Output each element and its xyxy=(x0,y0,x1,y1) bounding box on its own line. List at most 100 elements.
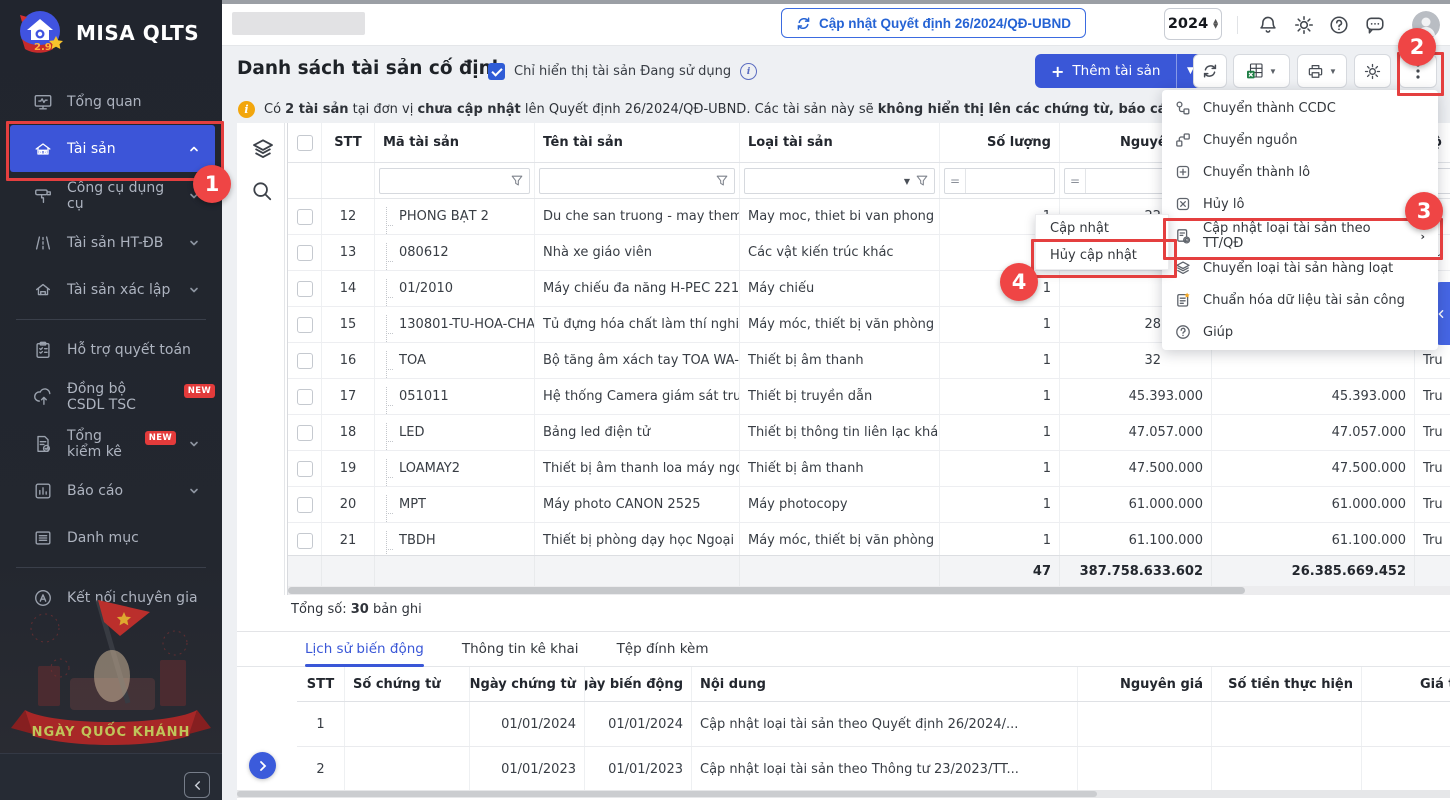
checkbox-checked-icon[interactable] xyxy=(488,63,505,80)
expand-detail-button[interactable] xyxy=(249,752,276,779)
asset-row-18[interactable]: 18LEDBảng led điện tửThiết bị thông tin … xyxy=(288,415,1450,451)
sidebar-item-5[interactable]: Tài sản xác lập xyxy=(10,266,215,313)
sidebar-item-9[interactable]: Báo cáo xyxy=(10,467,215,514)
cell-code: 130801-TU-HOA-CHA... xyxy=(375,307,535,342)
horizontal-scrollbar[interactable] xyxy=(288,586,1450,595)
row-checkbox[interactable] xyxy=(288,451,322,486)
help-icon[interactable] xyxy=(1329,15,1349,35)
history-row-1[interactable]: 101/01/202401/01/2024Cập nhật loại tài s… xyxy=(297,702,1450,747)
qty-filter[interactable]: = xyxy=(944,168,1055,194)
menu-item-5[interactable]: Cập nhật loại tài sản theo TT/QĐ› xyxy=(1162,220,1438,252)
export-excel-button[interactable]: ▼ xyxy=(1233,54,1290,88)
asset-row-19[interactable]: 19LOAMAY2Thiết bị âm thanh loa máy ngo..… xyxy=(288,451,1450,487)
asset-row-21[interactable]: 21TBDHThiết bị phòng dạy học Ngoại n...M… xyxy=(288,523,1450,559)
info-icon[interactable]: i xyxy=(740,63,757,80)
row-checkbox[interactable] xyxy=(288,415,322,450)
settings-gear-icon[interactable] xyxy=(1294,15,1314,35)
row-checkbox[interactable] xyxy=(288,271,322,306)
history-col-3: Ngày chứng từ xyxy=(470,667,585,701)
sidebar-item-1[interactable]: Tổng quan xyxy=(10,78,215,125)
code-filter[interactable] xyxy=(379,168,530,194)
cell-stt: 21 xyxy=(322,523,375,558)
chevron-down-icon xyxy=(189,439,199,449)
equals-operator[interactable]: = xyxy=(945,169,966,193)
caret-down-icon: ▼ xyxy=(1329,67,1337,76)
cell-name: Tủ đựng hóa chất làm thí nghiệ... xyxy=(535,307,740,342)
scrollbar-thumb[interactable] xyxy=(237,791,1097,797)
context-item-2[interactable]: Hủy cập nhật xyxy=(1036,242,1168,269)
row-checkbox[interactable] xyxy=(288,199,322,234)
refresh-table-button[interactable] xyxy=(1193,54,1227,88)
app-logo[interactable]: 2.9 MISA QLTS xyxy=(12,6,199,60)
row-checkbox[interactable] xyxy=(288,487,322,522)
history-row-2[interactable]: 201/01/202301/01/2023Cập nhật loại tài s… xyxy=(297,747,1450,790)
table-settings-button[interactable] xyxy=(1354,54,1391,88)
search-icon[interactable] xyxy=(251,180,275,204)
year-selector[interactable]: 2024 ▲▼ xyxy=(1164,8,1222,40)
cell-value xyxy=(1362,747,1450,790)
menu-item-1[interactable]: Chuyển thành CCDC xyxy=(1162,92,1438,124)
sidebar-item-8[interactable]: Tổng kiểm kêNEW xyxy=(10,420,215,467)
layers-view-icon[interactable] xyxy=(251,137,275,161)
tab-2[interactable]: Thông tin kê khai xyxy=(462,632,579,666)
page-title: Danh sách tài sản cố định xyxy=(237,58,505,79)
menu-item-6[interactable]: Chuyển loại tài sản hàng loạt xyxy=(1162,252,1438,284)
qty-filter-input[interactable] xyxy=(966,169,1054,193)
row-checkbox[interactable] xyxy=(288,307,322,342)
sidebar-item-3[interactable]: Công cụ dụng cụ xyxy=(10,172,215,219)
scrollbar-thumb[interactable] xyxy=(288,587,1245,594)
sidebar-item-7[interactable]: Đồng bộ CSDL TSCNEW xyxy=(10,373,215,420)
cell-qty: 1 xyxy=(940,343,1060,378)
infra-icon xyxy=(32,232,54,254)
sidebar-item-10[interactable]: Danh mục xyxy=(10,514,215,561)
row-checkbox[interactable] xyxy=(288,523,322,558)
sidebar-item-6[interactable]: Hỗ trợ quyết toán xyxy=(10,326,215,373)
sidebar-collapse-button[interactable] xyxy=(184,772,210,798)
caret-down-icon[interactable]: ▼ xyxy=(904,177,910,186)
add-asset-label: Thêm tài sản xyxy=(1072,63,1160,79)
year-spinner-icon[interactable]: ▲▼ xyxy=(1213,19,1218,29)
sidebar-item-4[interactable]: Tài sản HT-ĐB xyxy=(10,219,215,266)
cell-stt: 14 xyxy=(322,271,375,306)
tab-3[interactable]: Tệp đính kèm xyxy=(617,632,709,666)
doc-star-icon xyxy=(1175,292,1192,309)
print-button[interactable]: ▼ xyxy=(1297,54,1347,88)
row-checkbox[interactable] xyxy=(288,379,322,414)
context-item-1[interactable]: Cập nhật xyxy=(1036,215,1168,242)
menu-item-2[interactable]: Chuyển nguồn xyxy=(1162,124,1438,156)
name-filter-input[interactable] xyxy=(540,169,734,193)
detail-horizontal-scrollbar[interactable] xyxy=(237,790,1450,798)
code-filter-input[interactable] xyxy=(380,169,529,193)
cell-value xyxy=(1362,702,1450,746)
menu-item-8[interactable]: Giúp xyxy=(1162,316,1438,348)
name-filter[interactable] xyxy=(539,168,735,194)
only-active-filter[interactable]: Chỉ hiển thị tài sản Đang sử dụng i xyxy=(488,63,757,80)
row-checkbox[interactable] xyxy=(288,235,322,270)
menu-item-label: Chuyển nguồn xyxy=(1203,133,1298,148)
sidebar-item-label: Tài sản xyxy=(67,141,116,157)
update-decision-button[interactable]: Cập nhật Quyết định 26/2024/QĐ-UBND xyxy=(781,8,1086,38)
menu-item-4[interactable]: Hủy lô xyxy=(1162,188,1438,220)
equals-operator[interactable]: = xyxy=(1065,169,1086,193)
divider xyxy=(1237,16,1238,34)
notifications-bell-icon[interactable] xyxy=(1258,15,1278,35)
filter-funnel-icon[interactable] xyxy=(915,174,929,188)
filter-funnel-icon[interactable] xyxy=(510,174,524,188)
history-col-8: Giá t xyxy=(1362,667,1450,701)
sidebar-item-2[interactable]: Tài sản xyxy=(10,125,215,172)
cell-doc-no xyxy=(345,702,470,746)
tab-1[interactable]: Lịch sử biến động xyxy=(305,632,424,666)
asset-row-20[interactable]: 20MPTMáy photo CANON 2525Máy photocopy16… xyxy=(288,487,1450,523)
row-checkbox[interactable] xyxy=(288,343,322,378)
menu-item-3[interactable]: Chuyển thành lô xyxy=(1162,156,1438,188)
history-col-7: Số tiền thực hiện xyxy=(1212,667,1362,701)
cell-type: Máy photocopy xyxy=(740,487,940,522)
menu-item-7[interactable]: Chuẩn hóa dữ liệu tài sản công xyxy=(1162,284,1438,316)
add-asset-button[interactable]: +Thêm tài sản ▼ xyxy=(1035,54,1203,88)
select-all-checkbox[interactable] xyxy=(288,123,322,162)
asset-row-17[interactable]: 17051011Hệ thống Camera giám sát trư...T… xyxy=(288,379,1450,415)
type-filter[interactable]: ▼ xyxy=(744,168,935,194)
chat-feedback-icon[interactable] xyxy=(1365,15,1385,35)
filter-funnel-icon[interactable] xyxy=(715,174,729,188)
cell-qty: 1 xyxy=(940,451,1060,486)
